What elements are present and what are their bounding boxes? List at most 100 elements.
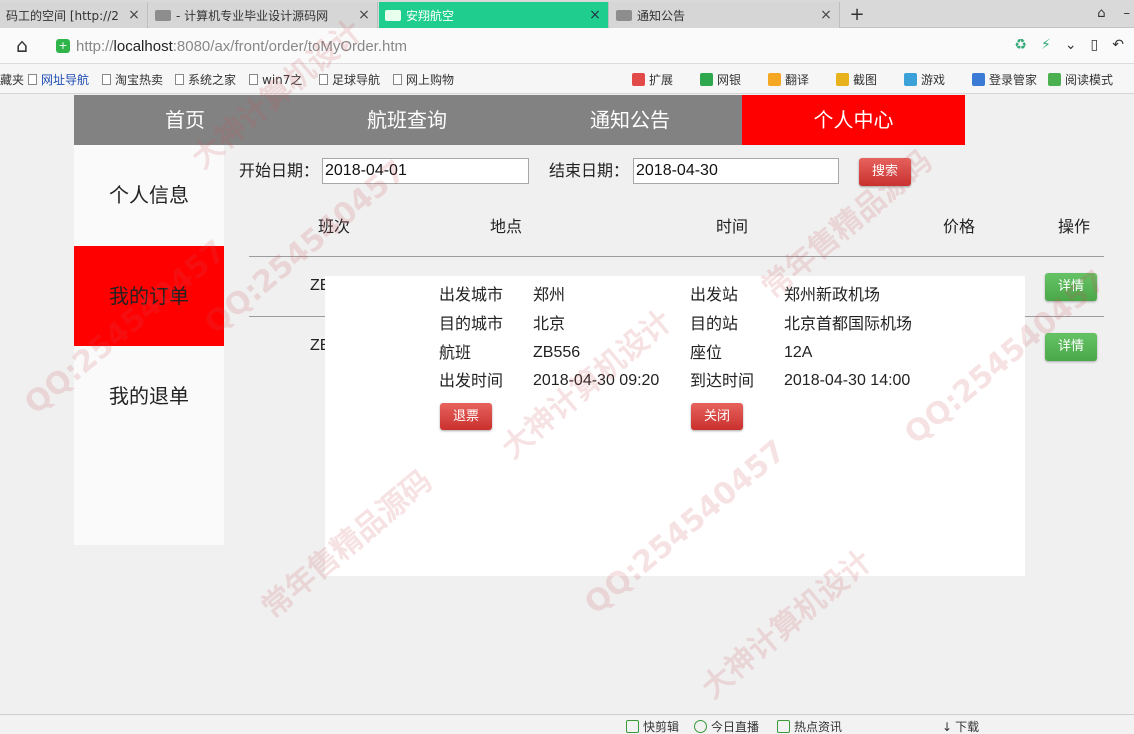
browser-tab-2[interactable]: - 计算机专业毕业设计源码网 × [149,2,378,28]
bookmarks-bar: 藏夹 网址导航 淘宝热卖 系统之家 win7之 足球导航 网上购物 扩展 网银 … [0,64,1134,94]
seat-value: 12A [784,344,813,361]
depart-time-label: 出发时间 [439,371,504,390]
column-header-location: 地点 [490,217,523,236]
column-header-time: 时间 [716,217,749,236]
end-date-label: 结束日期： [549,161,630,180]
details-button[interactable]: 详情 [1045,333,1097,361]
end-date-input[interactable]: 2018-04-30 [633,158,839,184]
book-icon [1048,73,1061,86]
quick-edit-button[interactable]: 快剪辑 [626,718,679,734]
bookmark-item[interactable]: 系统之家 [175,71,236,88]
favicon-icon [385,9,401,21]
dest-station-label: 目的站 [690,314,739,333]
tab-title: 码工的空间 [http://2 [6,8,119,23]
phone-icon[interactable]: ▯ [1091,37,1099,53]
close-button[interactable]: 关闭 [691,403,743,430]
close-icon[interactable]: × [819,7,833,23]
bookmark-item[interactable]: 足球导航 [319,71,380,88]
start-date-input[interactable]: 2018-04-01 [322,158,529,184]
order-detail-modal: 出发城市 郑州 出发站 郑州新政机场 目的城市 北京 目的站 北京首都国际机场 … [325,276,1025,576]
document-icon [319,74,328,85]
new-tab-button[interactable]: + [848,4,866,25]
close-icon[interactable]: × [588,7,602,23]
chevron-down-icon[interactable]: ⌄ [1065,37,1077,53]
column-header-action: 操作 [1058,217,1091,236]
game-button[interactable]: 游戏 [904,71,945,88]
shield-icon [700,73,713,86]
browser-tab-3[interactable]: 安翔航空 × [379,2,609,28]
bookmark-item[interactable]: 淘宝热卖 [102,71,163,88]
bookmark-item[interactable]: 藏夹 [0,71,24,88]
news-icon [777,720,790,733]
bank-button[interactable]: 网银 [700,71,741,88]
document-icon [102,74,111,85]
nav-flight-search[interactable]: 航班查询 [296,95,518,145]
play-icon [694,720,707,733]
sidebar-item-my-refunds[interactable]: 我的退单 [74,346,224,446]
depart-time-value: 2018-04-30 09:20 [533,372,660,389]
tab-title: 安翔航空 [406,8,455,23]
address-bar: ⌂ + http://localhost:8080/ax/front/order… [0,28,1134,64]
arrive-time-label: 到达时间 [690,371,755,390]
close-icon[interactable]: × [127,7,141,23]
lightning-icon[interactable]: ⚡ [1041,37,1051,53]
window-controls: ⌂ – [1097,6,1130,21]
url-field[interactable]: + http://localhost:8080/ax/front/order/t… [56,33,1076,59]
shield-icon: + [56,39,70,53]
minimize-icon[interactable]: – [1124,6,1131,21]
refund-button[interactable]: 退票 [440,403,492,430]
sidebar: 个人信息 我的订单 我的退单 [74,145,224,545]
flight-label: 航班 [439,343,472,362]
column-header-price: 价格 [943,217,976,236]
gamepad-icon [904,73,917,86]
bookmark-item[interactable]: 网址导航 [28,71,89,88]
dest-station-value: 北京首都国际机场 [784,314,913,333]
translate-button[interactable]: 翻译 [768,71,809,88]
dest-city-label: 目的城市 [439,314,504,333]
depart-city-label: 出发城市 [439,285,504,304]
download-icon: ↓ [942,719,953,734]
live-button[interactable]: 今日直播 [694,718,759,734]
favicon-icon [155,9,171,21]
sidebar-item-my-orders[interactable]: 我的订单 [74,246,224,346]
arrive-time-value: 2018-04-30 14:00 [784,372,911,389]
bookmark-item[interactable]: 网上购物 [393,71,454,88]
refresh-icon[interactable]: ♻ [1014,37,1027,53]
reader-mode-button[interactable]: 阅读模式 [1048,71,1113,88]
nav-notices[interactable]: 通知公告 [518,95,742,145]
sidebar-item-profile[interactable]: 个人信息 [74,145,224,245]
url-host: localhost [113,37,173,55]
search-icon [972,73,985,86]
skin-icon[interactable]: ⌂ [1097,6,1105,21]
details-button[interactable]: 详情 [1045,273,1097,301]
url-path: :8080/ax/front/order/toMyOrder.htm [172,37,408,55]
hot-news-button[interactable]: 热点资讯 [777,718,842,734]
flight-value: ZB556 [533,344,581,361]
address-bar-tools: ♻ ⚡ ⌄ ▯ ↶ [1014,37,1124,53]
bookmark-item[interactable]: win7之 [249,71,302,88]
depart-city-value: 郑州 [533,285,566,304]
grid-icon [632,73,645,86]
login-manager-button[interactable]: 登录管家 [972,71,1037,88]
main-nav: 首页 航班查询 通知公告 个人中心 [74,95,965,145]
document-icon [393,74,402,85]
document-icon [249,74,258,85]
extension-button[interactable]: 扩展 [632,71,673,88]
nav-personal-center[interactable]: 个人中心 [742,95,965,145]
browser-tab-4[interactable]: 通知公告 × [610,2,840,28]
close-icon[interactable]: × [357,7,371,23]
depart-station-value: 郑州新政机场 [784,285,881,304]
seat-label: 座位 [690,343,723,362]
screenshot-button[interactable]: 截图 [836,71,877,88]
document-icon [28,74,37,85]
search-button[interactable]: 搜索 [859,158,911,186]
download-button[interactable]: ↓ 下载 [942,718,979,734]
nav-home[interactable]: 首页 [74,95,296,145]
url-prefix: http:// [76,37,114,55]
tab-title: 通知公告 [637,8,686,23]
undo-icon[interactable]: ↶ [1112,37,1124,53]
status-bar: 快剪辑 今日直播 热点资讯 ↓ 下载 [0,714,1134,734]
browser-tab-1[interactable]: 码工的空间 [http://2 × [0,2,148,28]
home-icon[interactable]: ⌂ [16,35,28,57]
column-header-trip: 班次 [318,217,351,236]
